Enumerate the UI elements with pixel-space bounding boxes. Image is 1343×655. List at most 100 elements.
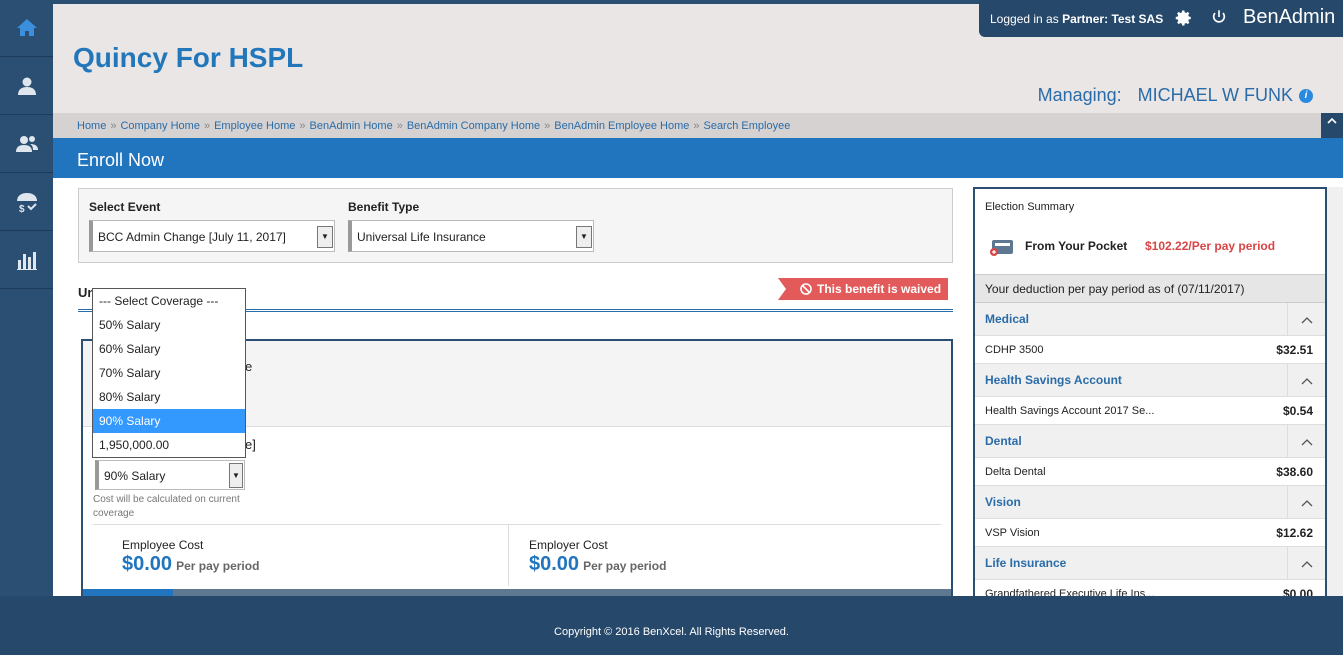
managing-name: MICHAEL W FUNK — [1137, 85, 1293, 105]
breadcrumb-benadmin-employee-home[interactable]: BenAdmin Employee Home — [554, 120, 689, 132]
dropdown-arrow-icon: ▼ — [317, 226, 333, 248]
waived-label: This benefit is waived — [817, 282, 942, 296]
employer-cost-amount: $0.00 Per pay period — [529, 553, 666, 576]
summary-item-row: CDHP 3500 $32.51 — [975, 336, 1325, 364]
sidebar-item-employees[interactable] — [0, 115, 53, 173]
benefit-type-label: Benefit Type — [348, 200, 420, 214]
logged-in-prefix: Logged in as — [990, 11, 1059, 26]
event-selection-panel: Select Event BCC Admin Change [July 11, … — [78, 188, 953, 263]
category-name: Life Insurance — [985, 556, 1067, 570]
info-icon[interactable]: i — [1299, 88, 1313, 103]
summary-item-amount: $32.51 — [1276, 342, 1313, 357]
benefit-type-value: Universal Life Insurance — [357, 230, 486, 244]
chevron-up-icon[interactable] — [1287, 486, 1325, 519]
chevron-up-icon[interactable] — [1287, 547, 1325, 580]
employee-cost-box: Employee Cost $0.00 Per pay period — [93, 524, 509, 586]
card-heading-partial: e — [245, 359, 253, 374]
dropdown-arrow-icon: ▼ — [229, 463, 243, 488]
page-title: Enroll Now — [53, 138, 1343, 178]
breadcrumb-benadmin-home[interactable]: BenAdmin Home — [310, 120, 393, 132]
summary-item-name: CDHP 3500 — [985, 343, 1044, 356]
svg-text:$: $ — [19, 204, 25, 214]
per-pay-period-label: Per pay period — [176, 559, 260, 573]
summary-item-name: Grandfathered Executive Life Ins... — [985, 587, 1155, 597]
chevron-up-icon[interactable] — [1287, 425, 1325, 458]
sidebar-item-benefits[interactable]: $ — [0, 173, 53, 231]
coverage-option-selected[interactable]: 90% Salary — [93, 409, 245, 433]
page-header: Quincy For HSPL Logged in as Partner: Te… — [53, 0, 1343, 113]
sidebar-item-reports[interactable] — [0, 231, 53, 289]
breadcrumb-employee-home[interactable]: Employee Home — [214, 120, 295, 132]
settings-gear-icon[interactable] — [1175, 9, 1193, 30]
coverage-heading-partial: e] — [245, 437, 256, 452]
sidebar-item-home[interactable] — [0, 0, 53, 57]
summary-scrollbar[interactable] — [1327, 187, 1343, 596]
left-sidebar: $ — [0, 0, 53, 596]
chevron-up-icon[interactable] — [1287, 303, 1325, 336]
bar-chart-icon — [16, 251, 37, 270]
summary-title: Election Summary — [985, 201, 1075, 213]
employer-cost-box: Employer Cost $0.00 Per pay period — [509, 524, 941, 586]
breadcrumb-separator: » — [110, 119, 117, 132]
managing-info: Managing: MICHAEL W FUNK i — [1038, 85, 1313, 106]
users-icon — [15, 135, 38, 152]
logout-power-icon[interactable] — [1211, 9, 1227, 28]
breadcrumb-company-home[interactable]: Company Home — [120, 120, 199, 132]
footer: Copyright © 2016 BenXcel. All Rights Res… — [0, 596, 1343, 655]
breadcrumb-separator: » — [299, 119, 306, 132]
breadcrumb: Home » Company Home » Employee Home » Be… — [53, 113, 1321, 138]
summary-item-row: Grandfathered Executive Life Ins... $0.0… — [975, 580, 1325, 597]
ban-icon — [800, 283, 812, 295]
wallet-icon — [990, 240, 1013, 256]
employee-cost-amount: $0.00 Per pay period — [122, 553, 259, 576]
benefits-umbrella-icon: $ — [16, 192, 37, 214]
category-name: Medical — [985, 312, 1030, 326]
brand-name: BenAdmin — [1243, 6, 1336, 28]
employee-cost-value: $0.00 — [122, 553, 173, 575]
summary-item-name: Health Savings Account 2017 Se... — [985, 404, 1155, 417]
waived-badge[interactable]: This benefit is waived — [778, 278, 948, 300]
benefit-type-dropdown[interactable]: Universal Life Insurance ▼ — [348, 220, 594, 252]
coverage-select-value: 90% Salary — [104, 469, 166, 483]
card-bottom-bar — [83, 589, 951, 596]
deduction-header: Your deduction per pay period as of (07/… — [975, 275, 1325, 303]
cost-note: Cost will be calculated on current cover… — [93, 494, 240, 519]
coverage-option[interactable]: --- Select Coverage --- — [93, 289, 245, 313]
coverage-option[interactable]: 70% Salary — [93, 361, 245, 385]
coverage-option[interactable]: 50% Salary — [93, 313, 245, 337]
breadcrumb-benadmin-company-home[interactable]: BenAdmin Company Home — [407, 120, 540, 132]
partner-label: Partner: — [1062, 11, 1109, 26]
app-title: Quincy For HSPL — [73, 42, 304, 73]
coverage-select[interactable]: 90% Salary ▼ — [95, 460, 245, 490]
summary-item-name: Delta Dental — [985, 465, 1046, 478]
home-icon — [16, 19, 37, 36]
summary-category-life-insurance[interactable]: Life Insurance — [975, 547, 1325, 580]
select-event-dropdown[interactable]: BCC Admin Change [July 11, 2017] ▼ — [89, 220, 335, 252]
dropdown-arrow-icon: ▼ — [576, 226, 592, 248]
breadcrumb-search-employee[interactable]: Search Employee — [703, 120, 790, 132]
category-name: Health Savings Account — [985, 373, 1122, 387]
summary-item-amount: $0.00 — [1282, 586, 1313, 597]
breadcrumb-separator: » — [544, 119, 551, 132]
election-summary-panel: Election Summary From Your Pocket $102.2… — [973, 187, 1327, 596]
breadcrumb-separator: » — [203, 119, 211, 132]
summary-category-medical[interactable]: Medical — [975, 303, 1325, 336]
summary-category-dental[interactable]: Dental — [975, 425, 1325, 458]
sidebar-item-employee[interactable] — [0, 57, 53, 115]
chevron-up-icon[interactable] — [1287, 364, 1325, 397]
summary-item-row: VSP Vision $12.62 — [975, 519, 1325, 547]
breadcrumb-home[interactable]: Home — [77, 120, 106, 132]
summary-category-hsa[interactable]: Health Savings Account — [975, 364, 1325, 397]
coverage-option[interactable]: 80% Salary — [93, 385, 245, 409]
partner-name: Test SAS — [1111, 11, 1164, 26]
coverage-option[interactable]: 60% Salary — [93, 337, 245, 361]
coverage-dropdown-list[interactable]: --- Select Coverage --- 50% Salary 60% S… — [92, 288, 246, 458]
logged-in-text: Logged in as Partner: Test SAS — [990, 12, 1163, 26]
collapse-header-button[interactable] — [1321, 113, 1343, 138]
summary-category-vision[interactable]: Vision — [975, 486, 1325, 519]
summary-item-name: VSP Vision — [985, 526, 1040, 539]
summary-item-amount: $12.62 — [1276, 525, 1313, 540]
pocket-label: From Your Pocket — [1025, 239, 1128, 253]
coverage-option[interactable]: 1,950,000.00 — [93, 433, 245, 457]
employee-cost-label: Employee Cost — [122, 538, 204, 552]
